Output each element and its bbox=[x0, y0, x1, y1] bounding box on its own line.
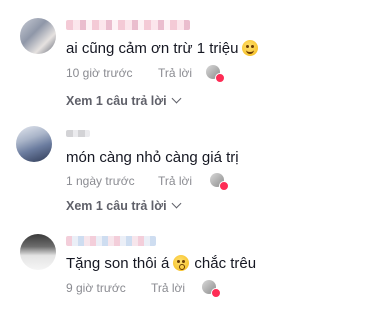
comment-text: món càng nhỏ càng giá trị bbox=[66, 149, 239, 166]
comment-text: Tặng son thôi á chắc trêu bbox=[66, 255, 256, 273]
view-replies-button[interactable]: Xem 1 câu trả lời bbox=[66, 93, 182, 108]
view-replies-label: Xem 1 câu trả lời bbox=[66, 199, 167, 213]
username-blurred[interactable] bbox=[66, 20, 190, 30]
comment-time: 9 giờ trước bbox=[66, 281, 126, 295]
reply-button[interactable]: Trả lời bbox=[158, 174, 192, 188]
comment-text-body: ai cũng cảm ơn trừ 1 triệu bbox=[66, 40, 239, 57]
heart-icon bbox=[219, 181, 229, 191]
comment-text-before: Tặng son thôi á bbox=[66, 255, 170, 272]
avatar[interactable] bbox=[16, 126, 52, 162]
avatar[interactable] bbox=[20, 18, 56, 54]
heart-icon bbox=[215, 73, 225, 83]
chevron-down-icon bbox=[171, 93, 182, 104]
reply-button[interactable]: Trả lời bbox=[158, 66, 192, 80]
hushed-face-emoji-icon bbox=[173, 255, 190, 271]
avatar[interactable] bbox=[20, 234, 56, 270]
username-blurred[interactable] bbox=[66, 236, 156, 246]
view-replies-label: Xem 1 câu trả lời bbox=[66, 94, 167, 108]
comment-text: ai cũng cảm ơn trừ 1 triệu bbox=[66, 40, 259, 58]
comment-time: 10 giờ trước bbox=[66, 66, 133, 80]
comment-time: 1 ngày trước bbox=[66, 174, 135, 188]
heart-icon bbox=[211, 288, 221, 298]
comment-text-after: chắc trêu bbox=[194, 255, 257, 272]
view-replies-button[interactable]: Xem 1 câu trả lời bbox=[66, 198, 182, 213]
chevron-down-icon bbox=[171, 198, 182, 209]
username-blurred[interactable] bbox=[66, 130, 90, 137]
grinning-sweat-emoji-icon bbox=[242, 40, 259, 56]
reply-button[interactable]: Trả lời bbox=[151, 281, 185, 295]
